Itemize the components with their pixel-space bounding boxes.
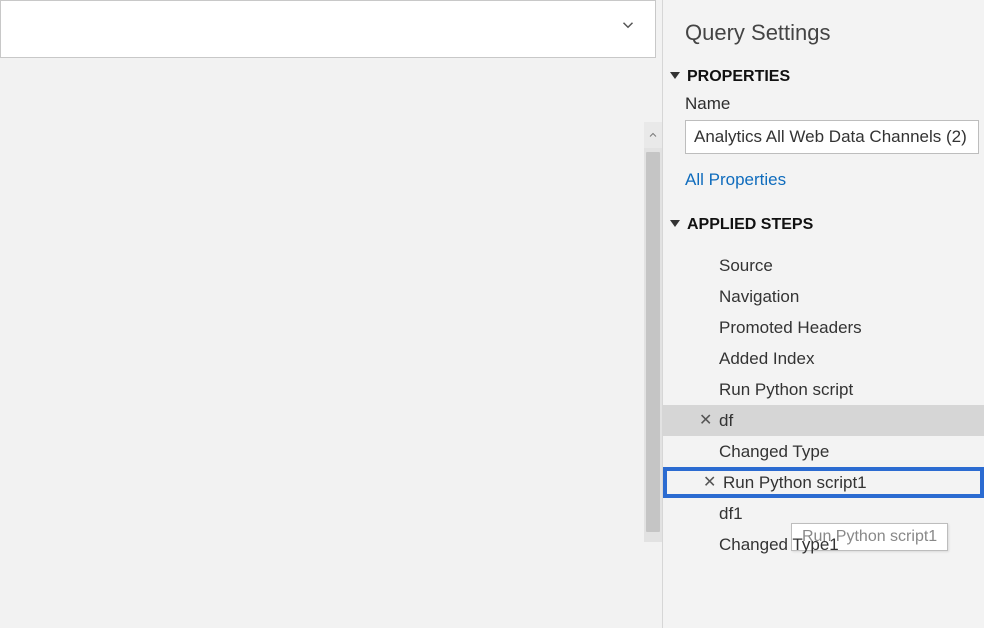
applied-step-label: df [719, 411, 733, 431]
applied-step-label: Changed Type1 [719, 535, 839, 555]
applied-step-label: Run Python script [719, 380, 853, 400]
applied-step[interactable]: Promoted Headers [663, 312, 984, 343]
applied-step[interactable]: Source [663, 250, 984, 281]
applied-step-label: Navigation [719, 287, 799, 307]
applied-step-label: Run Python script1 [723, 473, 867, 493]
applied-step-label: df1 [719, 504, 743, 524]
applied-step[interactable]: Run Python script [663, 374, 984, 405]
applied-step[interactable]: Changed Type1 [663, 529, 984, 560]
delete-step-icon[interactable]: ✕ [699, 413, 712, 429]
applied-step-highlighted[interactable]: ✕ Run Python script1 [663, 467, 984, 498]
applied-steps-list: Source Navigation Promoted Headers Added… [663, 250, 984, 560]
section-properties-label: PROPERTIES [687, 68, 790, 86]
all-properties-link[interactable]: All Properties [685, 170, 786, 190]
vertical-scrollbar[interactable] [644, 122, 662, 542]
delete-step-icon[interactable]: ✕ [703, 475, 716, 491]
query-name-input[interactable] [685, 120, 979, 154]
applied-step-label: Changed Type [719, 442, 829, 462]
applied-step-selected[interactable]: ✕ df [663, 405, 984, 436]
collapse-triangle-icon [669, 71, 681, 83]
applied-step-label: Added Index [719, 349, 814, 369]
applied-step[interactable]: Changed Type [663, 436, 984, 467]
expand-formula-bar-icon[interactable] [619, 16, 637, 34]
scrollbar-thumb[interactable] [646, 152, 660, 532]
panel-title: Query Settings [663, 20, 984, 64]
scroll-up-arrow-icon[interactable] [644, 122, 662, 148]
applied-step[interactable]: Added Index [663, 343, 984, 374]
applied-step-label: Source [719, 256, 773, 276]
query-settings-panel: Query Settings PROPERTIES Name All Prope… [662, 0, 984, 628]
section-properties-header[interactable]: PROPERTIES [663, 64, 984, 92]
formula-bar[interactable] [0, 0, 656, 58]
applied-step-label: Promoted Headers [719, 318, 862, 338]
name-label: Name [663, 92, 984, 120]
section-applied-steps-header[interactable]: APPLIED STEPS [663, 212, 984, 240]
editor-preview-area [0, 0, 662, 628]
applied-step[interactable]: Navigation [663, 281, 984, 312]
section-applied-steps-label: APPLIED STEPS [687, 216, 813, 234]
app-root: Query Settings PROPERTIES Name All Prope… [0, 0, 984, 628]
collapse-triangle-icon [669, 219, 681, 231]
